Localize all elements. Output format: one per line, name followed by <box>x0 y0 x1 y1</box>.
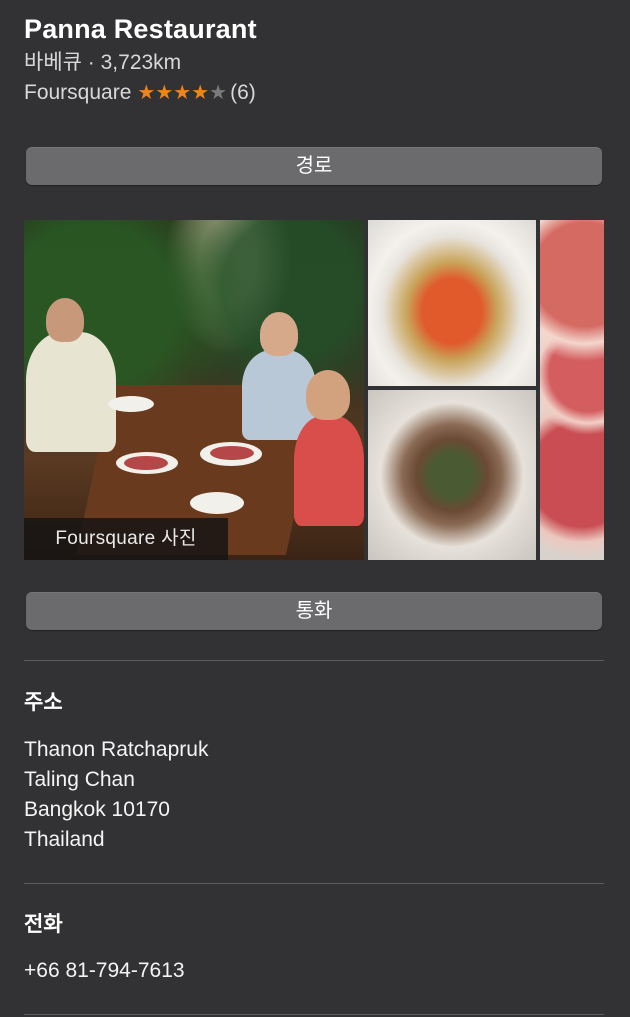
photo-plate <box>108 396 154 412</box>
photo-figure <box>306 370 350 420</box>
photo-gallery[interactable]: Foursquare 사진 <box>24 220 604 560</box>
photo-figure <box>260 312 298 356</box>
rating-row[interactable]: Foursquare ★ ★ ★ ★ ★ (6) <box>24 78 257 108</box>
photo-grilled-dish[interactable] <box>368 390 536 560</box>
place-title: Panna Restaurant <box>24 14 257 44</box>
rating-source: Foursquare <box>24 81 132 104</box>
address-line: Bangkok 10170 <box>24 798 170 821</box>
call-button[interactable]: 통화 <box>26 592 602 630</box>
divider <box>24 883 604 884</box>
star-rating: ★ ★ ★ ★ ★ <box>137 83 227 103</box>
phone-heading: 전화 <box>24 913 63 936</box>
address-line: Thailand <box>24 828 105 851</box>
photo-figure <box>46 298 84 342</box>
star-empty-icon: ★ <box>209 82 228 104</box>
divider <box>24 660 604 661</box>
photo-restaurant-diners[interactable]: Foursquare 사진 <box>24 220 364 560</box>
address-line: Taling Chan <box>24 768 135 791</box>
rating-count: (6) <box>230 81 256 104</box>
photo-source-caption: Foursquare 사진 <box>24 518 228 560</box>
star-filled-icon: ★ <box>191 82 210 104</box>
address-block[interactable]: Thanon Ratchapruk Taling Chan Bangkok 10… <box>24 735 208 855</box>
place-category-distance: 바베큐 · 3,723km <box>24 51 182 74</box>
photo-figure <box>26 332 116 452</box>
address-heading: 주소 <box>24 691 63 714</box>
photo-plate <box>190 492 244 514</box>
photo-sliced-meat[interactable] <box>540 220 604 560</box>
photo-figure <box>294 416 364 526</box>
photo-food <box>124 456 168 470</box>
photo-food <box>210 446 254 460</box>
star-filled-icon: ★ <box>173 82 192 104</box>
divider <box>24 1014 604 1015</box>
phone-number[interactable]: +66 81-794-7613 <box>24 956 185 986</box>
directions-button[interactable]: 경로 <box>26 147 602 185</box>
address-line: Thanon Ratchapruk <box>24 738 209 761</box>
photo-papaya-salad[interactable] <box>368 220 536 386</box>
star-filled-icon: ★ <box>137 82 156 104</box>
place-header: Panna Restaurant 바베큐 · 3,723km Foursquar… <box>24 12 257 108</box>
star-filled-icon: ★ <box>155 82 174 104</box>
